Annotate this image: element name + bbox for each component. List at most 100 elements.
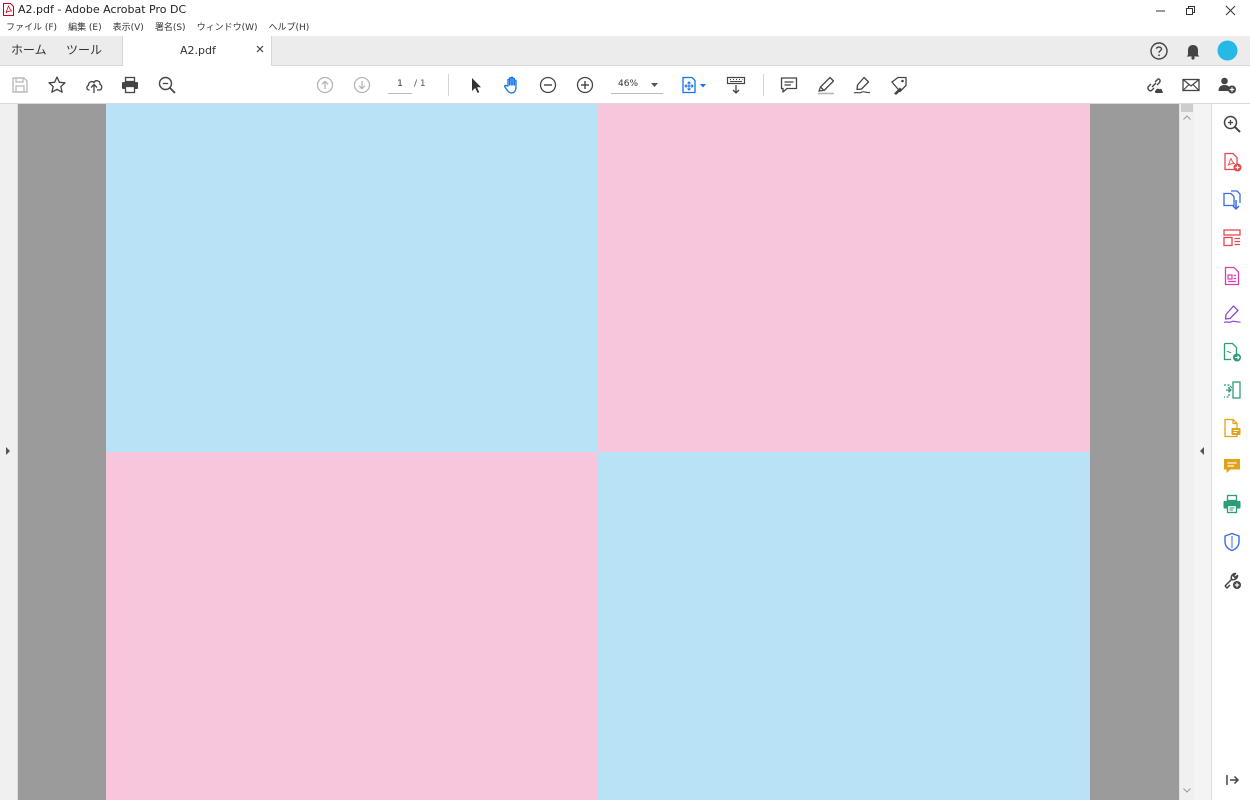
star-icon [48, 76, 66, 93]
tool-search-zoom[interactable] [1221, 113, 1243, 135]
title-bar: A2.pdf - Adobe Acrobat Pro DC [0, 0, 1250, 20]
combine-files-icon [1224, 381, 1241, 399]
zoom-level-select[interactable]: 46% [611, 76, 663, 94]
create-pdf-icon [1224, 152, 1242, 172]
window-title: A2.pdf - Adobe Acrobat Pro DC [18, 3, 187, 16]
tool-organize-pages[interactable] [1221, 227, 1243, 249]
menu-help[interactable]: ヘルプ(H) [263, 20, 315, 36]
link-cloud-icon [1147, 78, 1163, 93]
document-viewer[interactable] [18, 104, 1179, 800]
tool-send-for-signature[interactable] [1221, 341, 1243, 363]
next-page-button[interactable] [351, 74, 373, 96]
cursor-arrow-icon [472, 78, 481, 93]
window-close-button[interactable] [1210, 0, 1250, 20]
acrobat-app-icon [3, 3, 14, 16]
toolbar-divider [763, 74, 764, 96]
tool-edit-pdf[interactable] [1221, 265, 1243, 287]
tab-tools[interactable]: ツール [66, 36, 102, 65]
stamp-sign-button[interactable] [888, 74, 910, 96]
main-toolbar: 1 / 1 46% [0, 66, 1250, 104]
help-icon[interactable] [1149, 41, 1169, 61]
more-tools-icon [1224, 572, 1241, 590]
tab-home[interactable]: ホーム [11, 36, 47, 65]
tools-pane-toggle[interactable] [1194, 104, 1211, 800]
toolbar-divider [448, 74, 449, 96]
page-quadrant-top-right [598, 104, 1090, 452]
menu-view[interactable]: 表示(V) [107, 20, 149, 36]
envelope-icon [1182, 78, 1200, 92]
print-button[interactable] [119, 74, 141, 96]
document-tab-label: A2.pdf [180, 44, 216, 57]
share-link-button[interactable] [1143, 74, 1165, 96]
navigation-pane-toggle[interactable] [0, 104, 18, 800]
hand-tool-button[interactable] [501, 74, 523, 96]
tab-close-icon[interactable] [256, 45, 264, 53]
edit-pdf-icon [1224, 266, 1240, 286]
tool-combine-files[interactable] [1221, 379, 1243, 401]
scroll-mode-button[interactable] [725, 74, 747, 96]
tool-export-pdf[interactable] [1221, 189, 1243, 211]
tool-more-tools[interactable] [1221, 569, 1243, 591]
tab-document[interactable]: A2.pdf [122, 36, 272, 66]
tool-create-pdf[interactable] [1221, 151, 1243, 173]
notification-bell-icon[interactable] [1183, 41, 1203, 61]
select-tool-button[interactable] [465, 74, 487, 96]
export-pdf-icon [1223, 190, 1241, 211]
upload-cloud-button[interactable] [83, 74, 105, 96]
tool-scan[interactable] [1221, 417, 1243, 439]
find-zoom-button[interactable] [156, 74, 178, 96]
send-for-signature-icon [1223, 342, 1241, 362]
scrollbar-thumb[interactable] [1181, 104, 1193, 112]
search-zoom-icon [1223, 115, 1241, 133]
comment-icon [1224, 459, 1240, 473]
comment-icon [780, 77, 798, 93]
zoom-in-button[interactable] [574, 74, 596, 96]
tool-print-production[interactable] [1221, 493, 1243, 515]
pdf-page [106, 104, 1090, 800]
zoom-out-button[interactable] [537, 74, 559, 96]
menu-bar: ファイル (F) 編集 (E) 表示(V) 署名(S) ウィンドウ(W) ヘルプ… [0, 20, 1250, 36]
scan-icon [1224, 418, 1241, 438]
print-production-icon [1223, 494, 1241, 514]
tool-protect[interactable] [1221, 531, 1243, 553]
close-icon [1225, 5, 1235, 15]
restore-button[interactable] [1170, 0, 1210, 20]
tool-fill-sign[interactable] [1221, 303, 1243, 325]
minus-circle-icon [539, 76, 557, 94]
scroll-down-icon[interactable] [1183, 788, 1191, 793]
scroll-up-icon[interactable] [1183, 115, 1191, 120]
email-button[interactable] [1180, 74, 1202, 96]
collapse-tools-pane-button[interactable] [1221, 769, 1243, 791]
menu-window[interactable]: ウィンドウ(W) [191, 20, 263, 36]
hand-icon [503, 76, 517, 94]
bookmark-star-button[interactable] [46, 74, 68, 96]
page-number-input[interactable]: 1 [388, 76, 412, 94]
draw-free-form-button[interactable] [851, 74, 873, 96]
arrow-down-circle-icon [353, 76, 371, 94]
fill-sign-icon [1223, 305, 1241, 324]
add-user-icon [1218, 77, 1236, 94]
page-quadrant-bottom-left [106, 452, 598, 800]
arrow-up-circle-icon [316, 76, 334, 94]
user-avatar[interactable] [1217, 40, 1238, 61]
protect-icon [1224, 532, 1240, 552]
menu-edit[interactable]: 編集 (E) [62, 20, 107, 36]
cloud-upload-icon [86, 80, 103, 93]
tool-comment[interactable] [1221, 455, 1243, 477]
highlight-button[interactable] [815, 74, 837, 96]
chevron-right-icon [6, 447, 10, 455]
save-button[interactable] [9, 74, 31, 96]
collapse-pane-icon [1226, 775, 1240, 785]
tab-bar: ホーム ツール A2.pdf [0, 36, 1250, 66]
tools-pane [1211, 104, 1250, 800]
menu-sign[interactable]: 署名(S) [149, 20, 191, 36]
vertical-scrollbar[interactable] [1179, 104, 1194, 800]
comment-button[interactable] [778, 74, 800, 96]
pen-signature-icon [853, 76, 871, 94]
save-icon [12, 77, 28, 93]
add-user-button[interactable] [1216, 74, 1238, 96]
previous-page-button[interactable] [314, 74, 336, 96]
page-fit-button[interactable] [679, 74, 709, 96]
fit-page-icon [682, 76, 706, 94]
menu-file[interactable]: ファイル (F) [0, 20, 62, 36]
